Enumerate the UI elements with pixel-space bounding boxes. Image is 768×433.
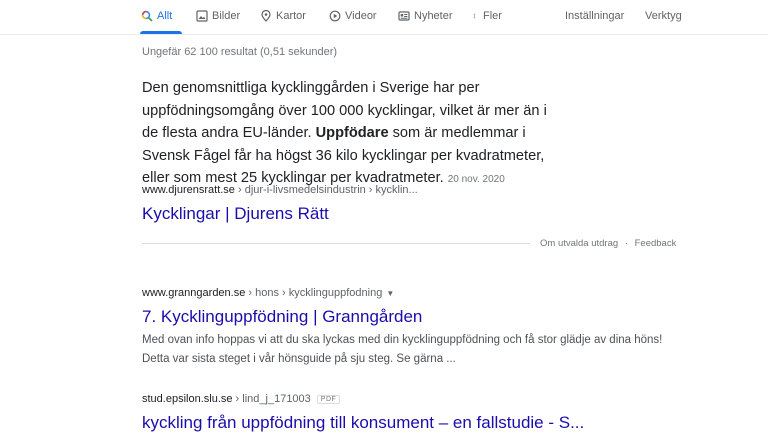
- result-2-cite: stud.epsilon.slu.se › lind_j_171003 PDF: [142, 393, 341, 405]
- tools-button[interactable]: Verktyg: [645, 10, 682, 22]
- result-1-title[interactable]: 7. Kycklinguppfödning | Granngården: [142, 307, 422, 327]
- tab-all[interactable]: Allt: [141, 10, 172, 22]
- pdf-badge: PDF: [316, 395, 341, 404]
- tab-maps-label: Kartor: [276, 10, 306, 22]
- tab-maps[interactable]: Kartor: [260, 10, 306, 22]
- featured-site: www.djurensratt.se: [142, 184, 235, 196]
- featured-path: › djur-i-livsmedelsindustrin › kycklin..…: [234, 184, 418, 196]
- tab-videos[interactable]: Videor: [329, 10, 377, 22]
- tab-news[interactable]: Nyheter: [398, 10, 453, 22]
- snippet-bold-term: Uppfödare: [315, 125, 389, 142]
- newspaper-icon: [398, 11, 410, 21]
- result-stats: Ungefär 62 100 resultat (0,51 sekunder): [142, 46, 338, 58]
- result-2-site: stud.epsilon.slu.se: [142, 393, 233, 405]
- snippet-date: 20 nov. 2020: [447, 174, 505, 186]
- featured-result-title[interactable]: Kycklingar | Djurens Rätt: [142, 204, 329, 224]
- tab-more-label: Fler: [483, 10, 502, 22]
- chevron-down-icon[interactable]: ▼: [386, 289, 394, 298]
- map-pin-icon: [261, 10, 271, 22]
- tab-more[interactable]: Fler: [473, 10, 502, 22]
- featured-snippet-text: Den genomsnittliga kycklinggården i Sver…: [142, 77, 562, 192]
- featured-footer: Om utvalda utdrag · Feedback: [540, 238, 676, 249]
- result-1-cite: www.granngarden.se › hons › kycklinguppf…: [142, 287, 394, 299]
- search-tabs-bar: Allt Bilder Kartor Videor Nyheter Fler I…: [0, 0, 768, 35]
- more-vert-icon: [473, 13, 476, 19]
- result-2-title[interactable]: kyckling från uppfödning till konsument …: [142, 413, 584, 433]
- tab-news-label: Nyheter: [414, 10, 453, 22]
- featured-cite: www.djurensratt.se › djur-i-livsmedelsin…: [142, 184, 418, 196]
- footer-separator: ·: [624, 238, 628, 249]
- result-1-site: www.granngarden.se: [142, 287, 246, 299]
- search-icon: [141, 10, 153, 22]
- active-tab-indicator: [140, 31, 182, 34]
- tab-images[interactable]: Bilder: [196, 10, 240, 22]
- tab-all-label: Allt: [157, 10, 173, 22]
- settings-button[interactable]: Inställningar: [565, 10, 624, 22]
- featured-divider: [142, 243, 530, 244]
- tab-images-label: Bilder: [212, 10, 241, 22]
- feedback-link[interactable]: Feedback: [635, 238, 677, 249]
- about-featured-snippets-link[interactable]: Om utvalda utdrag: [540, 238, 618, 249]
- tab-videos-label: Videor: [345, 10, 377, 22]
- video-icon: [329, 10, 341, 22]
- result-1-path: › hons › kycklinguppfodning: [245, 287, 383, 299]
- result-1-description: Med ovan info hoppas vi att du ska lycka…: [142, 334, 663, 365]
- result-2-path: › lind_j_171003: [232, 393, 311, 405]
- image-icon: [196, 10, 208, 22]
